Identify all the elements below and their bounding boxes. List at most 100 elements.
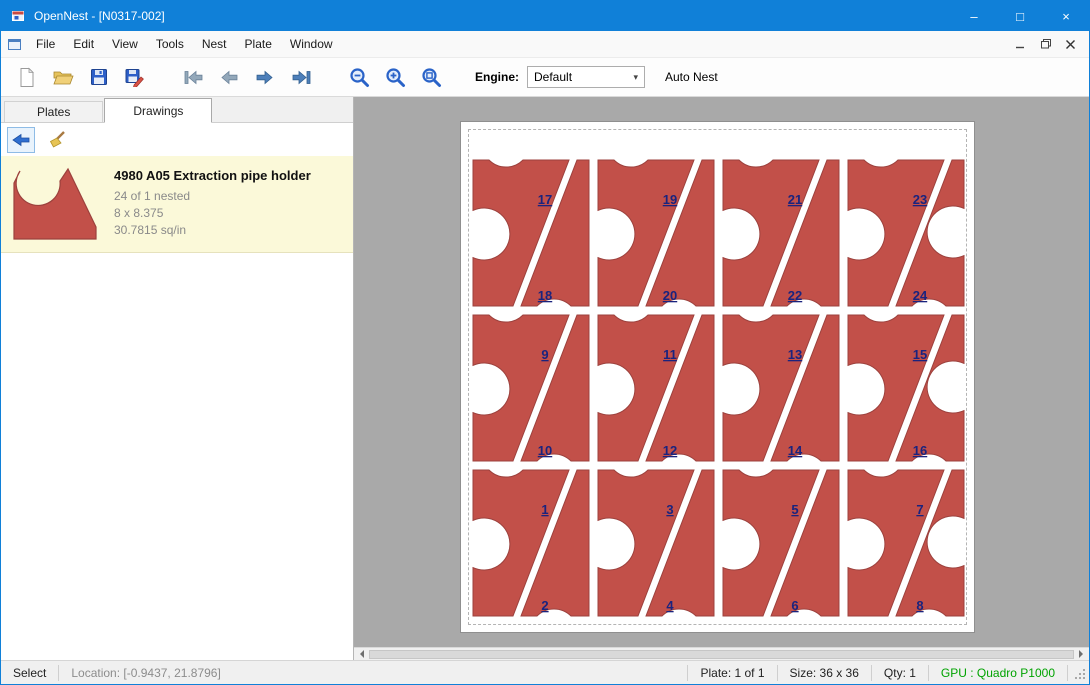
zoom-fit-button[interactable]: [413, 61, 449, 93]
new-document-icon: [18, 67, 36, 88]
nested-parts-layout: 171819202122232491011121314151612345678: [461, 122, 976, 634]
window-title: OpenNest - [N0317-002]: [34, 9, 951, 23]
save-as-button[interactable]: [117, 61, 153, 93]
menu-item-plate[interactable]: Plate: [236, 31, 281, 57]
tab-plates[interactable]: Plates: [4, 101, 103, 122]
zoom-out-button[interactable]: [341, 61, 377, 93]
app-icon: [10, 8, 26, 24]
menu-item-view[interactable]: View: [103, 31, 147, 57]
part-number-9[interactable]: 9: [541, 347, 548, 362]
mdi-restore-icon: [1041, 39, 1051, 49]
engine-label: Engine:: [475, 70, 519, 84]
part-number-20[interactable]: 20: [663, 288, 677, 303]
mdi-close-icon: [1066, 40, 1075, 49]
status-bar: Select Location: [-0.9437, 21.8796] Plat…: [1, 660, 1089, 684]
part-number-10[interactable]: 10: [538, 443, 552, 458]
zoom-in-button[interactable]: [377, 61, 413, 93]
nested-pair-9-10: 9 10: [473, 315, 589, 461]
panel-toolbar: [1, 123, 353, 156]
drawing-area: 30.7815 sq/in: [114, 222, 311, 239]
panel-tabstrip: Plates Drawings: [1, 97, 353, 123]
menu-bar: FileEditViewToolsNestPlateWindow: [1, 31, 1089, 58]
part-number-11[interactable]: 11: [663, 347, 677, 362]
status-location: Location: [-0.9437, 21.8796]: [59, 665, 232, 681]
zoom-tool-group: [341, 61, 449, 93]
menu-item-window[interactable]: Window: [281, 31, 342, 57]
part-number-4[interactable]: 4: [666, 598, 674, 613]
nested-pair-7-8: 78: [848, 470, 964, 616]
part-number-12[interactable]: 12: [663, 443, 677, 458]
document-icon: [7, 37, 23, 52]
nested-pair-13-14: 13 14: [723, 315, 839, 461]
scrollbar-thumb[interactable]: [369, 650, 1074, 659]
zoom-out-icon: [349, 67, 370, 88]
scroll-left-button[interactable]: [354, 648, 368, 660]
engine-select[interactable]: Default ▾: [527, 66, 645, 88]
part-number-17[interactable]: 17: [538, 192, 552, 207]
send-to-plate-button[interactable]: [7, 127, 35, 153]
drawing-list-item[interactable]: 4980 A05 Extraction pipe holder 24 of 1 …: [1, 156, 353, 253]
minimize-button[interactable]: –: [951, 1, 997, 31]
plate: 171819202122232491011121314151612345678: [460, 121, 975, 633]
nesting-canvas[interactable]: 171819202122232491011121314151612345678: [354, 97, 1089, 647]
clear-brush-button[interactable]: [43, 127, 71, 153]
engine-selected-value: Default: [534, 70, 572, 84]
save-button[interactable]: [81, 61, 117, 93]
maximize-button[interactable]: □: [997, 1, 1043, 31]
part-number-24[interactable]: 24: [913, 288, 928, 303]
menu-item-tools[interactable]: Tools: [147, 31, 193, 57]
new-document-button[interactable]: [9, 61, 45, 93]
menu-item-nest[interactable]: Nest: [193, 31, 236, 57]
status-gpu: GPU : Quadro P1000: [929, 665, 1067, 681]
open-button[interactable]: [45, 61, 81, 93]
last-plate-button[interactable]: [283, 61, 319, 93]
scroll-left-icon: [356, 650, 364, 658]
drawing-size: 8 x 8.375: [114, 205, 311, 222]
part-number-19[interactable]: 19: [663, 192, 677, 207]
part-number-21[interactable]: 21: [788, 192, 802, 207]
resize-grip[interactable]: [1070, 664, 1088, 682]
menu-item-edit[interactable]: Edit: [64, 31, 103, 57]
part-number-15[interactable]: 15: [913, 347, 927, 362]
send-to-plate-icon: [11, 132, 31, 148]
horizontal-scrollbar[interactable]: [354, 647, 1089, 660]
nested-pair-17-18: 1718: [473, 160, 589, 306]
mdi-close-button[interactable]: [1058, 34, 1083, 54]
previous-plate-icon: [219, 70, 239, 85]
part-number-8[interactable]: 8: [916, 598, 923, 613]
part-number-16[interactable]: 16: [913, 443, 927, 458]
status-size: Size: 36 x 36: [778, 665, 871, 681]
auto-nest-label[interactable]: Auto Nest: [665, 70, 718, 84]
nested-pair-19-20: 1920: [598, 160, 714, 306]
part-number-3[interactable]: 3: [666, 502, 673, 517]
chevron-down-icon: ▾: [633, 72, 638, 83]
nested-pair-11-12: 11 12: [598, 315, 714, 461]
part-number-7[interactable]: 7: [916, 502, 923, 517]
part-number-2[interactable]: 2: [541, 598, 548, 613]
first-plate-icon: [183, 70, 204, 85]
part-number-14[interactable]: 14: [788, 443, 803, 458]
first-plate-button[interactable]: [175, 61, 211, 93]
mdi-controls: [1008, 34, 1089, 54]
part-number-22[interactable]: 22: [788, 288, 802, 303]
nested-pair-3-4: 34: [598, 470, 714, 616]
status-plate: Plate: 1 of 1: [688, 665, 776, 681]
part-number-6[interactable]: 6: [791, 598, 798, 613]
menu-item-file[interactable]: File: [27, 31, 64, 57]
part-number-5[interactable]: 5: [791, 502, 798, 517]
mdi-minimize-button[interactable]: [1008, 34, 1033, 54]
scroll-right-button[interactable]: [1075, 648, 1089, 660]
part-number-23[interactable]: 23: [913, 192, 927, 207]
title-bar[interactable]: OpenNest - [N0317-002] – □ ×: [1, 1, 1089, 31]
close-button[interactable]: ×: [1043, 1, 1089, 31]
previous-plate-button[interactable]: [211, 61, 247, 93]
nested-pair-5-6: 56: [723, 470, 839, 616]
zoom-in-icon: [385, 67, 406, 88]
next-plate-button[interactable]: [247, 61, 283, 93]
part-number-18[interactable]: 18: [538, 288, 552, 303]
part-number-13[interactable]: 13: [788, 347, 802, 362]
mdi-restore-button[interactable]: [1033, 34, 1058, 54]
status-separator: [1067, 665, 1068, 681]
part-number-1[interactable]: 1: [541, 502, 548, 517]
tab-drawings[interactable]: Drawings: [104, 98, 212, 123]
